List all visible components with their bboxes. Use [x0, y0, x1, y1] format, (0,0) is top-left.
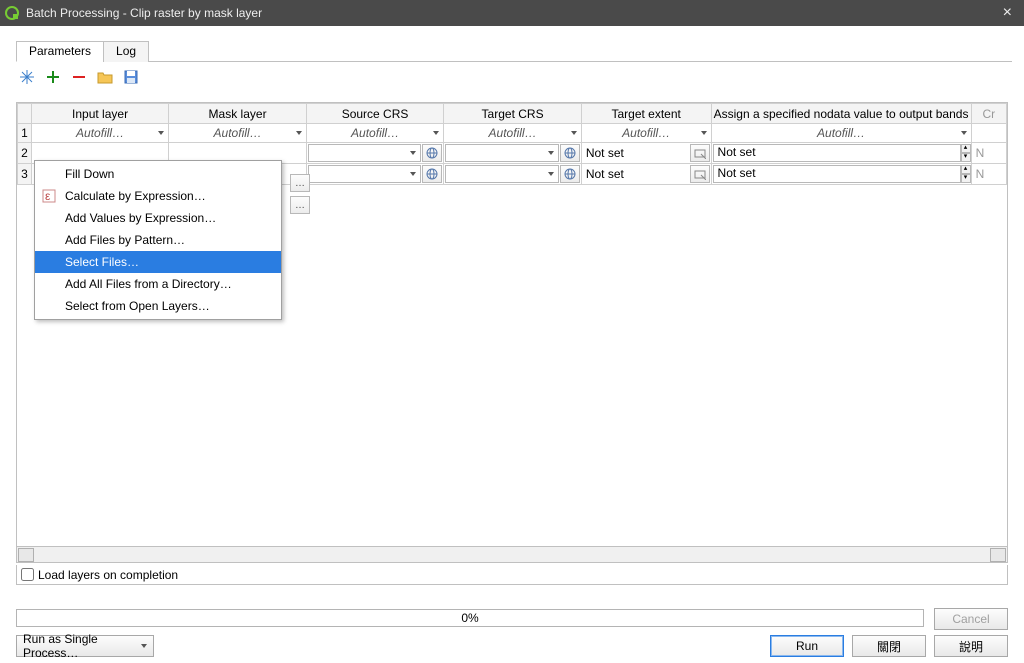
tgtcrs-picker-3[interactable]: [560, 165, 580, 183]
mi-add-all-dir[interactable]: Add All Files from a Directory…: [35, 273, 281, 295]
mi-fill-down[interactable]: Fill Down: [35, 163, 281, 185]
mi-add-vals-expr[interactable]: Add Values by Expression…: [35, 207, 281, 229]
tgtcrs-combo-3[interactable]: [445, 165, 559, 183]
scroll-right-icon[interactable]: [990, 548, 1006, 562]
autofill-nodata[interactable]: Autofill…: [712, 124, 971, 142]
cancel-button[interactable]: Cancel: [934, 608, 1008, 630]
extent-value-2[interactable]: Not set: [582, 146, 690, 160]
expression-icon: ε: [41, 188, 57, 204]
help-button[interactable]: 說明: [934, 635, 1008, 657]
autofill-srccrs[interactable]: Autofill…: [307, 124, 444, 142]
cut-value-3[interactable]: N: [972, 167, 985, 181]
close-icon[interactable]: ×: [995, 4, 1020, 22]
spin-down-3[interactable]: ▾: [961, 174, 971, 183]
autofill-extent[interactable]: Autofill…: [582, 124, 711, 142]
tgtcrs-picker-2[interactable]: [560, 144, 580, 162]
spin-up-3[interactable]: ▴: [961, 165, 971, 174]
run-single-process-button[interactable]: Run as Single Process…: [16, 635, 154, 657]
extent-picker-3[interactable]: [690, 165, 710, 183]
rownum-3: 3: [18, 164, 32, 185]
rownum-2: 2: [18, 143, 32, 164]
svg-text:ε: ε: [45, 189, 51, 203]
input-browse-3[interactable]: …: [290, 196, 310, 214]
qgis-icon: [4, 5, 20, 21]
scroll-left-icon[interactable]: [18, 548, 34, 562]
autofill-tgtcrs[interactable]: Autofill…: [444, 124, 581, 142]
mi-calc-expr[interactable]: ε Calculate by Expression…: [35, 185, 281, 207]
load-layers-checkbox[interactable]: [21, 568, 34, 581]
mi-select-files[interactable]: Select Files…: [35, 251, 281, 273]
advanced-icon[interactable]: [18, 68, 36, 86]
nodata-value-2[interactable]: Not set: [713, 144, 961, 162]
srccrs-picker-2[interactable]: [422, 144, 442, 162]
input-browse-2[interactable]: …: [290, 174, 310, 192]
cut-value-2[interactable]: N: [972, 146, 985, 160]
autofill-input[interactable]: Autofill…: [32, 124, 169, 142]
save-icon[interactable]: [122, 68, 140, 86]
srccrs-combo-3[interactable]: [308, 165, 422, 183]
load-layers-row: Load layers on completion: [16, 565, 1008, 585]
spin-down-2[interactable]: ▾: [961, 153, 971, 162]
nodata-value-3[interactable]: Not set: [713, 165, 961, 183]
window-title: Batch Processing - Clip raster by mask l…: [26, 6, 995, 20]
extent-picker-2[interactable]: [690, 144, 710, 162]
autofill-mask[interactable]: Autofill…: [169, 124, 306, 142]
tgtcrs-combo-2[interactable]: [445, 144, 559, 162]
col-truncated[interactable]: Cr: [971, 104, 1006, 124]
spin-up-2[interactable]: ▴: [961, 144, 971, 153]
toolbar: [4, 62, 1020, 90]
col-source-crs[interactable]: Source CRS: [306, 104, 444, 124]
col-input-layer[interactable]: Input layer: [31, 104, 169, 124]
mi-add-files-pattern[interactable]: Add Files by Pattern…: [35, 229, 281, 251]
col-target-crs[interactable]: Target CRS: [444, 104, 582, 124]
close-button[interactable]: 關閉: [852, 635, 926, 657]
col-target-extent[interactable]: Target extent: [581, 104, 711, 124]
autofill-row: 1 Autofill… Autofill… Autofill… Autofill…: [18, 124, 1007, 143]
col-nodata[interactable]: Assign a specified nodata value to outpu…: [711, 104, 971, 124]
rownum-1: 1: [18, 124, 32, 143]
titlebar: Batch Processing - Clip raster by mask l…: [0, 0, 1024, 26]
header-row: Input layer Mask layer Source CRS Target…: [18, 104, 1007, 124]
horizontal-scrollbar[interactable]: [17, 546, 1007, 562]
run-button[interactable]: Run: [770, 635, 844, 657]
srccrs-combo-2[interactable]: [308, 144, 422, 162]
extent-value-3[interactable]: Not set: [582, 167, 690, 181]
tab-bar: Parameters Log: [16, 40, 1012, 62]
tab-parameters[interactable]: Parameters: [16, 41, 104, 62]
add-row-icon[interactable]: [44, 68, 62, 86]
tab-log[interactable]: Log: [103, 41, 149, 62]
dialog-content: Parameters Log Input layer Mask layer So…: [4, 30, 1020, 603]
progress-bar: 0%: [16, 609, 924, 627]
bottom-bar: 0% Cancel Run as Single Process… Run 關閉 …: [4, 605, 1020, 663]
open-icon[interactable]: [96, 68, 114, 86]
srccrs-picker-3[interactable]: [422, 165, 442, 183]
remove-row-icon[interactable]: [70, 68, 88, 86]
autofill-context-menu: Fill Down ε Calculate by Expression… Add…: [34, 160, 282, 320]
load-layers-label: Load layers on completion: [38, 568, 178, 582]
mi-select-open-layers[interactable]: Select from Open Layers…: [35, 295, 281, 317]
col-mask-layer[interactable]: Mask layer: [169, 104, 307, 124]
